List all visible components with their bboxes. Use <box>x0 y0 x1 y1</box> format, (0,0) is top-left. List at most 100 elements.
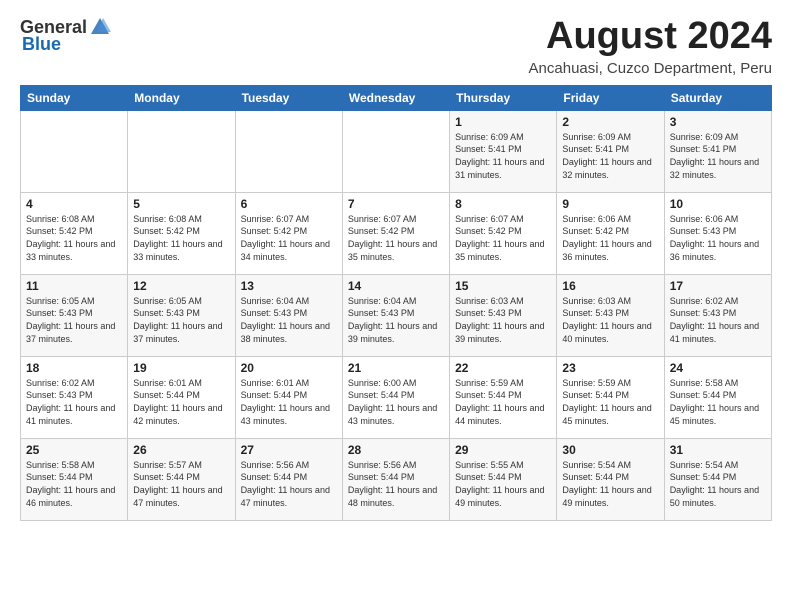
day-number: 23 <box>562 361 658 375</box>
weekday-header: Wednesday <box>342 85 449 110</box>
calendar-cell: 5Sunrise: 6:08 AM Sunset: 5:42 PM Daylig… <box>128 192 235 274</box>
header: General Blue August 2024 Ancahuasi, Cuzc… <box>20 16 772 77</box>
calendar-cell: 7Sunrise: 6:07 AM Sunset: 5:42 PM Daylig… <box>342 192 449 274</box>
day-number: 30 <box>562 443 658 457</box>
weekday-header: Friday <box>557 85 664 110</box>
location-title: Ancahuasi, Cuzco Department, Peru <box>529 60 772 77</box>
calendar-cell: 20Sunrise: 6:01 AM Sunset: 5:44 PM Dayli… <box>235 356 342 438</box>
calendar-cell: 28 Sunrise: 5:56 AM Sunset: 5:44 PM Dayli… <box>342 438 449 520</box>
day-detail: Sunrise: 6:04 AM Sunset: 5:43 PM Dayligh… <box>241 295 337 345</box>
calendar-cell: 12 Sunrise: 6:05 AM Sunset: 5:43 PM Dayli… <box>128 274 235 356</box>
day-number: 12 <box>133 279 229 293</box>
day-number: 5 <box>133 197 229 211</box>
day-number: 4 <box>26 197 122 211</box>
calendar-cell: 10Sunrise: 6:06 AM Sunset: 5:43 PM Dayli… <box>664 192 771 274</box>
day-number: 29 <box>455 443 551 457</box>
day-number: 24 <box>670 361 766 375</box>
calendar-cell: 2 Sunrise: 6:09 AM Sunset: 5:41 PM Daylig… <box>557 110 664 192</box>
day-detail: Sunrise: 6:09 AM Sunset: 5:41 PM Dayligh… <box>670 131 766 181</box>
calendar-cell: 25 Sunrise: 5:58 AM Sunset: 5:44 PM Dayli… <box>21 438 128 520</box>
calendar-week-row: 11 Sunrise: 6:05 AM Sunset: 5:43 PM Dayli… <box>21 274 772 356</box>
calendar-cell <box>235 110 342 192</box>
day-number: 31 <box>670 443 766 457</box>
logo-blue-text: Blue <box>22 34 61 55</box>
calendar-cell: 27 Sunrise: 5:56 AM Sunset: 5:44 PM Dayli… <box>235 438 342 520</box>
day-detail: Sunrise: 6:02 AM Sunset: 5:43 PM Dayligh… <box>26 377 122 427</box>
day-number: 17 <box>670 279 766 293</box>
calendar-table: SundayMondayTuesdayWednesdayThursdayFrid… <box>20 85 772 521</box>
calendar-cell: 4 Sunrise: 6:08 AM Sunset: 5:42 PM Daylig… <box>21 192 128 274</box>
day-number: 18 <box>26 361 122 375</box>
day-detail: Sunrise: 6:01 AM Sunset: 5:44 PM Dayligh… <box>133 377 229 427</box>
day-detail: Sunrise: 6:06 AM Sunset: 5:42 PM Dayligh… <box>562 213 658 263</box>
calendar-cell: 18 Sunrise: 6:02 AM Sunset: 5:43 PM Dayli… <box>21 356 128 438</box>
day-number: 28 <box>348 443 444 457</box>
month-title: August 2024 <box>529 16 772 58</box>
calendar-cell: 14Sunrise: 6:04 AM Sunset: 5:43 PM Dayli… <box>342 274 449 356</box>
calendar-cell: 23Sunrise: 5:59 AM Sunset: 5:44 PM Dayli… <box>557 356 664 438</box>
day-number: 9 <box>562 197 658 211</box>
day-detail: Sunrise: 6:06 AM Sunset: 5:43 PM Dayligh… <box>670 213 766 263</box>
day-number: 21 <box>348 361 444 375</box>
day-detail: Sunrise: 6:03 AM Sunset: 5:43 PM Dayligh… <box>455 295 551 345</box>
calendar-cell: 31 Sunrise: 5:54 AM Sunset: 5:44 PM Dayli… <box>664 438 771 520</box>
day-number: 7 <box>348 197 444 211</box>
day-detail: Sunrise: 6:05 AM Sunset: 5:43 PM Dayligh… <box>133 295 229 345</box>
day-number: 8 <box>455 197 551 211</box>
day-detail: Sunrise: 6:09 AM Sunset: 5:41 PM Dayligh… <box>562 131 658 181</box>
calendar-cell <box>21 110 128 192</box>
day-detail: Sunrise: 5:58 AM Sunset: 5:44 PM Dayligh… <box>670 377 766 427</box>
calendar-cell: 8 Sunrise: 6:07 AM Sunset: 5:42 PM Daylig… <box>450 192 557 274</box>
calendar-cell: 16 Sunrise: 6:03 AM Sunset: 5:43 PM Dayli… <box>557 274 664 356</box>
day-number: 22 <box>455 361 551 375</box>
day-number: 27 <box>241 443 337 457</box>
title-section: August 2024 Ancahuasi, Cuzco Department,… <box>529 16 772 77</box>
day-number: 25 <box>26 443 122 457</box>
day-detail: Sunrise: 5:59 AM Sunset: 5:44 PM Dayligh… <box>455 377 551 427</box>
calendar-cell: 11 Sunrise: 6:05 AM Sunset: 5:43 PM Dayli… <box>21 274 128 356</box>
day-number: 11 <box>26 279 122 293</box>
calendar-cell: 3Sunrise: 6:09 AM Sunset: 5:41 PM Daylig… <box>664 110 771 192</box>
day-detail: Sunrise: 6:03 AM Sunset: 5:43 PM Dayligh… <box>562 295 658 345</box>
day-detail: Sunrise: 6:09 AM Sunset: 5:41 PM Dayligh… <box>455 131 551 181</box>
weekday-header: Tuesday <box>235 85 342 110</box>
logo-icon <box>89 16 111 38</box>
calendar-cell: 29 Sunrise: 5:55 AM Sunset: 5:44 PM Dayli… <box>450 438 557 520</box>
day-detail: Sunrise: 5:56 AM Sunset: 5:44 PM Dayligh… <box>348 459 444 509</box>
day-detail: Sunrise: 5:57 AM Sunset: 5:44 PM Dayligh… <box>133 459 229 509</box>
day-detail: Sunrise: 5:55 AM Sunset: 5:44 PM Dayligh… <box>455 459 551 509</box>
calendar-cell <box>342 110 449 192</box>
calendar-cell: 1 Sunrise: 6:09 AM Sunset: 5:41 PM Daylig… <box>450 110 557 192</box>
weekday-header: Thursday <box>450 85 557 110</box>
day-number: 14 <box>348 279 444 293</box>
day-detail: Sunrise: 6:02 AM Sunset: 5:43 PM Dayligh… <box>670 295 766 345</box>
calendar-cell: 6Sunrise: 6:07 AM Sunset: 5:42 PM Daylig… <box>235 192 342 274</box>
weekday-header: Monday <box>128 85 235 110</box>
calendar-cell: 13 Sunrise: 6:04 AM Sunset: 5:43 PM Dayli… <box>235 274 342 356</box>
day-number: 13 <box>241 279 337 293</box>
weekday-header: Saturday <box>664 85 771 110</box>
weekday-header: Sunday <box>21 85 128 110</box>
day-number: 26 <box>133 443 229 457</box>
day-detail: Sunrise: 5:54 AM Sunset: 5:44 PM Dayligh… <box>562 459 658 509</box>
calendar-cell: 21 Sunrise: 6:00 AM Sunset: 5:44 PM Dayli… <box>342 356 449 438</box>
weekday-header-row: SundayMondayTuesdayWednesdayThursdayFrid… <box>21 85 772 110</box>
calendar-week-row: 4 Sunrise: 6:08 AM Sunset: 5:42 PM Daylig… <box>21 192 772 274</box>
day-detail: Sunrise: 5:54 AM Sunset: 5:44 PM Dayligh… <box>670 459 766 509</box>
day-number: 1 <box>455 115 551 129</box>
day-number: 19 <box>133 361 229 375</box>
day-number: 16 <box>562 279 658 293</box>
day-detail: Sunrise: 5:56 AM Sunset: 5:44 PM Dayligh… <box>241 459 337 509</box>
day-number: 15 <box>455 279 551 293</box>
calendar-cell: 24 Sunrise: 5:58 AM Sunset: 5:44 PM Dayli… <box>664 356 771 438</box>
calendar-cell: 26 Sunrise: 5:57 AM Sunset: 5:44 PM Dayli… <box>128 438 235 520</box>
day-detail: Sunrise: 6:07 AM Sunset: 5:42 PM Dayligh… <box>241 213 337 263</box>
day-number: 2 <box>562 115 658 129</box>
day-detail: Sunrise: 6:07 AM Sunset: 5:42 PM Dayligh… <box>455 213 551 263</box>
day-detail: Sunrise: 5:58 AM Sunset: 5:44 PM Dayligh… <box>26 459 122 509</box>
day-detail: Sunrise: 6:05 AM Sunset: 5:43 PM Dayligh… <box>26 295 122 345</box>
day-detail: Sunrise: 6:08 AM Sunset: 5:42 PM Dayligh… <box>26 213 122 263</box>
day-detail: Sunrise: 6:00 AM Sunset: 5:44 PM Dayligh… <box>348 377 444 427</box>
day-number: 20 <box>241 361 337 375</box>
calendar-cell: 9 Sunrise: 6:06 AM Sunset: 5:42 PM Daylig… <box>557 192 664 274</box>
